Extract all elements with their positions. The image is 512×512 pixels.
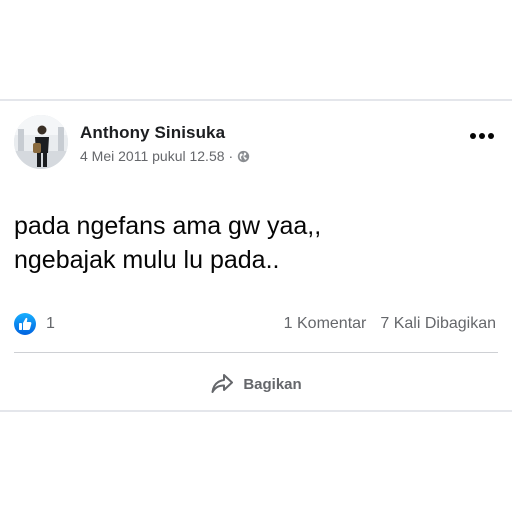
meta-separator: · (228, 148, 234, 164)
share-icon (211, 374, 234, 393)
avatar-image (14, 115, 68, 169)
page: Anthony Sinisuka 4 Mei 2011 pukul 12.58 … (0, 0, 512, 512)
post-content-line: ngebajak mulu lu pada.. (14, 246, 280, 274)
reaction-summary[interactable]: 1 (14, 313, 55, 335)
post-timestamp[interactable]: 4 Mei 2011 pukul 12.58 (80, 148, 225, 164)
share-button-label: Bagikan (243, 375, 302, 393)
more-options-icon[interactable] (469, 131, 495, 141)
post-stats: 1 1 Komentar 7 Kali Dibagikan (14, 313, 496, 335)
share-count-link[interactable]: 7 Kali Dibagikan (380, 315, 496, 333)
share-button[interactable]: Bagikan (0, 367, 512, 401)
like-reaction-icon (14, 313, 36, 335)
globe-icon[interactable] (237, 150, 250, 163)
action-divider (14, 352, 498, 353)
engagement-counts: 1 Komentar 7 Kali Dibagikan (284, 315, 496, 333)
post-meta: 4 Mei 2011 pukul 12.58 · (80, 148, 250, 164)
post-card: Anthony Sinisuka 4 Mei 2011 pukul 12.58 … (0, 99, 512, 412)
post-content: pada ngefans ama gw yaa,, ngebajak mulu … (14, 209, 321, 277)
post-content-line: pada ngefans ama gw yaa,, (14, 212, 322, 240)
reaction-count: 1 (46, 315, 55, 332)
avatar[interactable] (14, 115, 68, 169)
author-name[interactable]: Anthony Sinisuka (80, 123, 225, 143)
comment-count-link[interactable]: 1 Komentar (284, 315, 367, 333)
